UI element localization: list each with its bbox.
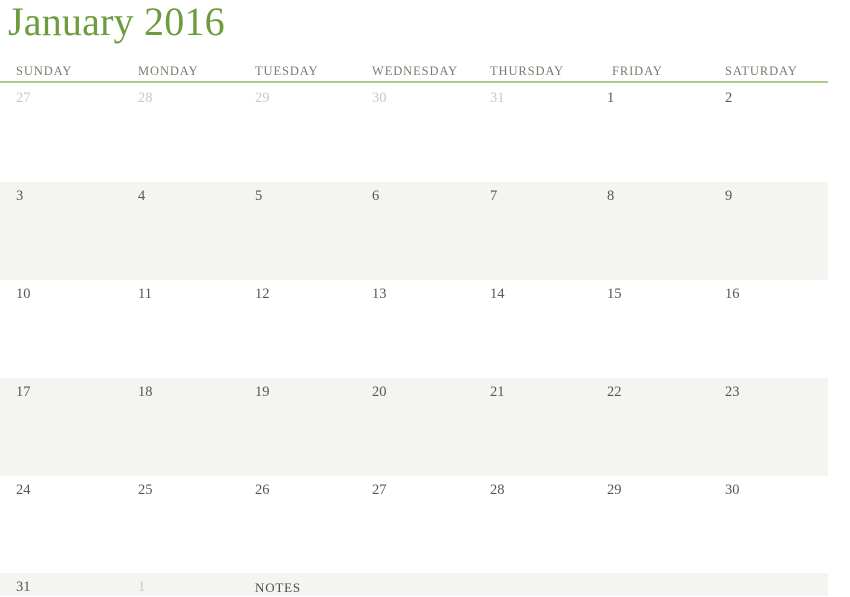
day-cell[interactable]: 28 bbox=[474, 476, 591, 574]
day-number: 19 bbox=[255, 384, 270, 400]
day-number: 30 bbox=[725, 482, 740, 498]
day-cell[interactable]: 1 bbox=[591, 84, 708, 182]
day-number: 17 bbox=[16, 384, 31, 400]
day-number: 1 bbox=[607, 90, 615, 106]
notes-label: NOTES bbox=[255, 580, 301, 595]
day-cell[interactable]: 24 bbox=[0, 476, 117, 574]
weekday-header-wednesday: WEDNESDAY bbox=[372, 64, 459, 78]
day-cell[interactable]: 6 bbox=[356, 182, 473, 280]
day-number: 18 bbox=[138, 384, 153, 400]
day-cell[interactable]: 20 bbox=[356, 378, 473, 476]
day-number: 10 bbox=[16, 286, 31, 302]
day-number: 21 bbox=[490, 384, 505, 400]
weekday-header-friday: FRIDAY bbox=[612, 64, 663, 78]
weekday-header-tuesday: TUESDAY bbox=[255, 64, 319, 78]
day-number: 24 bbox=[16, 482, 31, 498]
day-cell[interactable]: 5 bbox=[239, 182, 356, 280]
day-cell[interactable]: 29 bbox=[239, 84, 356, 182]
day-cell[interactable]: 18 bbox=[122, 378, 239, 476]
weekday-header-monday: MONDAY bbox=[138, 64, 199, 78]
day-number: 27 bbox=[372, 482, 387, 498]
day-cell[interactable]: 14 bbox=[474, 280, 591, 378]
day-cell[interactable]: 3 bbox=[0, 182, 117, 280]
day-number: 29 bbox=[255, 90, 270, 106]
header-divider-rule bbox=[0, 81, 828, 83]
day-cell[interactable]: 12 bbox=[239, 280, 356, 378]
day-number: 11 bbox=[138, 286, 152, 302]
day-number: 9 bbox=[725, 188, 733, 204]
day-cell[interactable]: 22 bbox=[591, 378, 708, 476]
day-number: 31 bbox=[16, 579, 31, 595]
day-cell[interactable]: 21 bbox=[474, 378, 591, 476]
day-cell[interactable]: 30 bbox=[709, 476, 826, 574]
day-number: 20 bbox=[372, 384, 387, 400]
day-cell[interactable]: 8 bbox=[591, 182, 708, 280]
day-number: 23 bbox=[725, 384, 740, 400]
day-number: 29 bbox=[607, 482, 622, 498]
day-number: 28 bbox=[490, 482, 505, 498]
weekday-header-thursday: THURSDAY bbox=[490, 64, 565, 78]
day-number: 2 bbox=[725, 90, 733, 106]
week-row: 17 18 19 20 21 22 23 bbox=[0, 378, 828, 476]
day-number: 6 bbox=[372, 188, 380, 204]
day-number: 3 bbox=[16, 188, 24, 204]
day-cell[interactable]: 31 bbox=[474, 84, 591, 182]
day-number: 22 bbox=[607, 384, 622, 400]
day-cell[interactable]: 30 bbox=[356, 84, 473, 182]
day-number: 7 bbox=[490, 188, 498, 204]
day-number: 5 bbox=[255, 188, 263, 204]
weekday-header-saturday: SATURDAY bbox=[725, 64, 798, 78]
day-number: 12 bbox=[255, 286, 270, 302]
week-row: 24 25 26 27 28 29 30 bbox=[0, 476, 828, 574]
day-number: 4 bbox=[138, 188, 146, 204]
day-number: 1 bbox=[138, 579, 146, 595]
day-cell[interactable]: 25 bbox=[122, 476, 239, 574]
day-cell[interactable]: 26 bbox=[239, 476, 356, 574]
day-cell[interactable]: 28 bbox=[122, 84, 239, 182]
day-cell[interactable]: 23 bbox=[709, 378, 826, 476]
calendar-grid: 27 28 29 30 31 1 2 3 4 5 6 7 8 9 10 11 12 13 14 15 16 17 18 19 2… bbox=[0, 84, 850, 574]
day-number: 15 bbox=[607, 286, 622, 302]
day-number: 14 bbox=[490, 286, 505, 302]
day-cell[interactable]: 16 bbox=[709, 280, 826, 378]
day-number: 27 bbox=[16, 90, 31, 106]
day-cell[interactable]: 1 bbox=[122, 573, 239, 596]
day-cell[interactable]: 9 bbox=[709, 182, 826, 280]
day-number: 8 bbox=[607, 188, 615, 204]
week-row: 10 11 12 13 14 15 16 bbox=[0, 280, 828, 378]
notes-row: 31 1 NOTES bbox=[0, 573, 828, 596]
page-title: January 2016 bbox=[8, 0, 225, 44]
weekday-header-sunday: SUNDAY bbox=[16, 64, 73, 78]
day-cell[interactable]: 7 bbox=[474, 182, 591, 280]
day-cell[interactable]: 2 bbox=[709, 84, 826, 182]
day-cell[interactable]: 4 bbox=[122, 182, 239, 280]
day-cell[interactable]: 19 bbox=[239, 378, 356, 476]
day-cell[interactable]: 27 bbox=[356, 476, 473, 574]
weekday-header-row: SUNDAY MONDAY TUESDAY WEDNESDAY THURSDAY FRID… bbox=[0, 62, 828, 80]
day-number: 25 bbox=[138, 482, 153, 498]
day-cell[interactable]: 13 bbox=[356, 280, 473, 378]
day-cell[interactable]: 27 bbox=[0, 84, 117, 182]
day-cell[interactable]: 31 bbox=[0, 573, 117, 596]
day-cell[interactable]: 17 bbox=[0, 378, 117, 476]
day-number: 30 bbox=[372, 90, 387, 106]
week-row: 3 4 5 6 7 8 9 bbox=[0, 182, 828, 280]
week-row: 27 28 29 30 31 1 2 bbox=[0, 84, 828, 182]
day-number: 28 bbox=[138, 90, 153, 106]
day-cell[interactable]: 10 bbox=[0, 280, 117, 378]
day-number: 26 bbox=[255, 482, 270, 498]
day-number: 16 bbox=[725, 286, 740, 302]
day-cell[interactable]: 15 bbox=[591, 280, 708, 378]
day-cell[interactable]: 29 bbox=[591, 476, 708, 574]
day-number: 13 bbox=[372, 286, 387, 302]
calendar-page: January 2016 SUNDAY MONDAY TUESDAY WEDNESDA… bbox=[0, 0, 850, 596]
day-cell[interactable]: 11 bbox=[122, 280, 239, 378]
day-number: 31 bbox=[490, 90, 505, 106]
